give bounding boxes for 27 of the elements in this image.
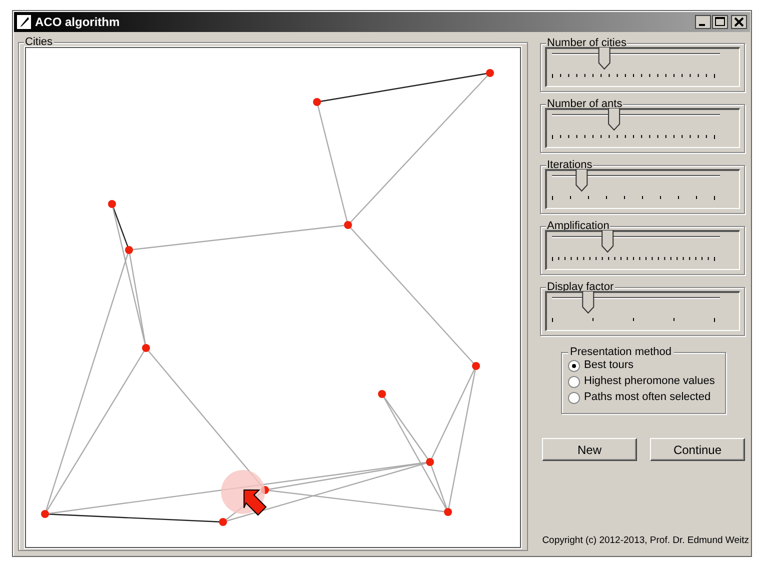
city-node (426, 458, 434, 466)
radio-label[interactable]: Highest pheromone values (584, 375, 715, 388)
action-button[interactable]: New (542, 438, 637, 461)
city-node (378, 390, 386, 398)
city-node (344, 221, 352, 229)
city-node (313, 98, 321, 106)
radio-label[interactable]: Paths most often selected (584, 391, 711, 404)
window-title: ACO algorithm (35, 15, 120, 29)
city-node (486, 69, 494, 77)
radio-label[interactable]: Best tours (584, 359, 634, 372)
city-node (108, 200, 116, 208)
city-node (472, 362, 480, 370)
city-node (125, 246, 133, 254)
city-node (142, 344, 150, 352)
city-node (41, 510, 49, 518)
action-button[interactable]: Continue (650, 438, 745, 461)
city-node (444, 508, 452, 516)
close-icon[interactable] (731, 15, 747, 29)
copyright-text: Copyright (c) 2012-2013, Prof. Dr. Edmund Weitz (542, 535, 749, 548)
city-node (219, 518, 227, 526)
maximize-icon[interactable] (712, 15, 728, 29)
radio-button[interactable] (568, 376, 580, 388)
minimize-icon[interactable] (695, 15, 711, 29)
radio-button[interactable] (568, 392, 580, 404)
radio-button[interactable] (568, 360, 580, 372)
feather-icon (17, 15, 31, 29)
group-label: Presentation method (568, 346, 674, 358)
